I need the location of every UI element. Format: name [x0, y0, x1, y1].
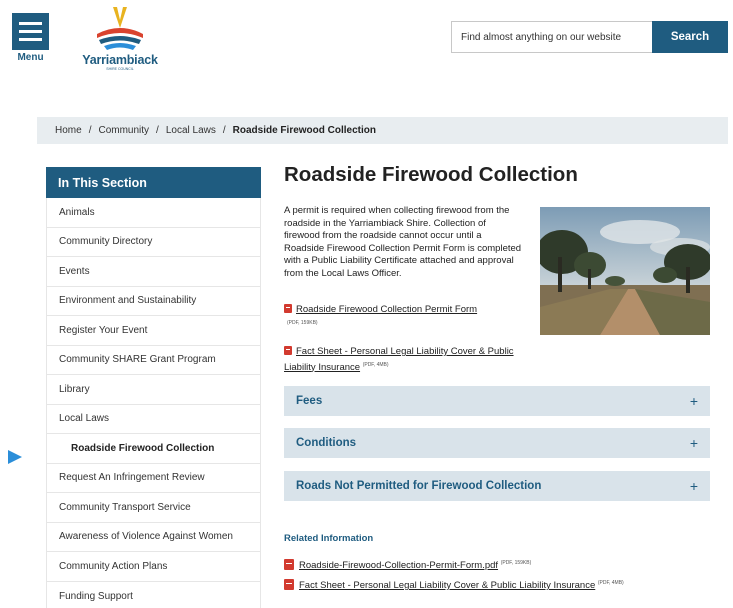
- intro-text: A permit is required when collecting fir…: [284, 205, 522, 279]
- council-logo[interactable]: Yarriambiack SHIRE COUNCIL: [78, 4, 162, 72]
- menu-button[interactable]: Menu: [12, 13, 49, 63]
- sidebar-item-infringement-review[interactable]: Request An Infringement Review: [46, 463, 261, 493]
- accordion-fees[interactable]: Fees +: [284, 386, 710, 416]
- hamburger-icon: [12, 13, 49, 50]
- search-button[interactable]: Search: [652, 21, 728, 53]
- sidebar-item-community-directory[interactable]: Community Directory: [46, 227, 261, 257]
- accordion-roads-not-permitted[interactable]: Roads Not Permitted for Firewood Collect…: [284, 471, 710, 501]
- pdf-icon: [284, 559, 294, 570]
- logo-name: Yarriambiack: [82, 53, 158, 67]
- permit-form-link[interactable]: Roadside Firewood Collection Permit Form: [296, 304, 477, 315]
- logo-subtitle: SHIRE COUNCIL: [106, 67, 134, 71]
- accordion-label: Roads Not Permitted for Firewood Collect…: [296, 480, 542, 492]
- breadcrumb: Home / Community / Local Laws / Roadside…: [37, 117, 728, 144]
- expand-plus-icon: +: [689, 393, 698, 409]
- file-meta: (PDF, 4MB): [597, 579, 624, 586]
- sidebar-item-events[interactable]: Events: [46, 257, 261, 287]
- file-meta: (PDF, 4MB): [362, 361, 389, 368]
- sidebar-item-roadside-firewood[interactable]: Roadside Firewood Collection: [46, 434, 261, 464]
- accordion-conditions[interactable]: Conditions +: [284, 428, 710, 458]
- sidebar-item-violence-awareness[interactable]: Awareness of Violence Against Women: [46, 522, 261, 552]
- sidebar-item-register-event[interactable]: Register Your Event: [46, 316, 261, 346]
- sidebar-item-animals[interactable]: Animals: [46, 198, 261, 228]
- pdf-icon: [284, 346, 292, 355]
- cursor-pointer-icon: [8, 450, 22, 464]
- expand-plus-icon: +: [689, 435, 698, 451]
- site-search: Search: [451, 21, 728, 53]
- logo-emblem-icon: [97, 7, 143, 50]
- menu-label: Menu: [17, 52, 44, 63]
- related-link-row: Roadside-Firewood-Collection-Permit-Form…: [284, 559, 531, 571]
- sidebar-heading: In This Section: [46, 167, 261, 198]
- sidebar-item-community-action-plans[interactable]: Community Action Plans: [46, 552, 261, 582]
- expand-plus-icon: +: [689, 478, 698, 494]
- breadcrumb-separator: /: [156, 125, 159, 136]
- file-meta: (PDF, 159KB): [500, 559, 532, 566]
- sidebar-item-community-transport[interactable]: Community Transport Service: [46, 493, 261, 523]
- permit-form-link-block: Roadside Firewood Collection Permit Form…: [284, 304, 477, 329]
- fact-sheet-link-block: Fact Sheet - Personal Legal Liability Co…: [284, 346, 534, 374]
- page-title: Roadside Firewood Collection: [284, 163, 578, 186]
- sidebar-item-local-laws[interactable]: Local Laws: [46, 404, 261, 434]
- breadcrumb-local-laws[interactable]: Local Laws: [166, 125, 216, 136]
- file-meta: (PDF, 159KB): [287, 319, 318, 326]
- pdf-icon: [284, 304, 292, 313]
- related-link-row: Fact Sheet - Personal Legal Liability Co…: [284, 579, 624, 591]
- pdf-icon: [284, 579, 294, 590]
- related-fact-sheet-link[interactable]: Fact Sheet - Personal Legal Liability Co…: [299, 580, 595, 591]
- fact-sheet-link[interactable]: Fact Sheet - Personal Legal Liability Co…: [284, 346, 514, 373]
- breadcrumb-current: Roadside Firewood Collection: [232, 125, 376, 136]
- section-sidebar: In This Section Animals Community Direct…: [46, 167, 261, 608]
- sidebar-item-funding-support[interactable]: Funding Support: [46, 581, 261, 608]
- sidebar-item-share-grant[interactable]: Community SHARE Grant Program: [46, 345, 261, 375]
- breadcrumb-home[interactable]: Home: [55, 125, 82, 136]
- search-input[interactable]: [451, 21, 652, 53]
- breadcrumb-separator: /: [88, 125, 92, 136]
- roadside-photo: [540, 207, 710, 335]
- sidebar-item-environment[interactable]: Environment and Sustainability: [46, 286, 261, 316]
- sidebar-item-library[interactable]: Library: [46, 375, 261, 405]
- related-information-heading: Related Information: [284, 533, 374, 544]
- breadcrumb-community[interactable]: Community: [98, 125, 149, 136]
- accordion-label: Fees: [296, 395, 323, 407]
- breadcrumb-separator: /: [222, 125, 226, 136]
- related-permit-form-link[interactable]: Roadside-Firewood-Collection-Permit-Form…: [299, 560, 498, 571]
- accordion-label: Conditions: [296, 437, 357, 449]
